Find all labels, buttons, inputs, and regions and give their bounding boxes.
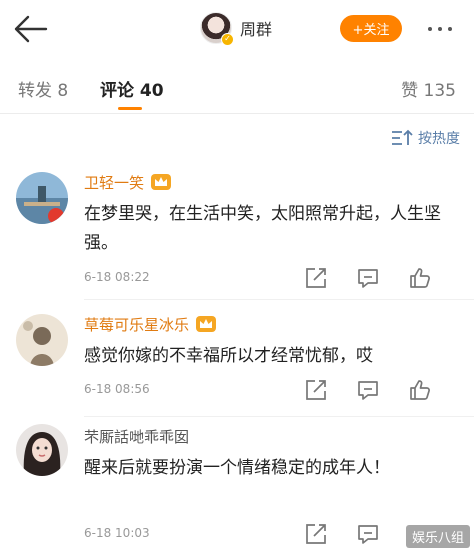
comment-time: 6-18 08:22: [84, 270, 150, 284]
comment-icon[interactable]: [356, 266, 380, 290]
comment-body: 卫轻一笑 在梦里哭，在生活中笑，太阳照常升起，人生坚强。: [84, 170, 458, 258]
share-icon[interactable]: [304, 378, 328, 402]
sort-button[interactable]: 按热度: [390, 128, 460, 148]
top-bar: ✓ 周群 +关注: [0, 0, 474, 56]
comment-icon[interactable]: [356, 522, 380, 546]
share-icon[interactable]: [304, 266, 328, 290]
comment-time: 6-18 10:03: [84, 526, 150, 540]
sort-label: 按热度: [418, 131, 460, 147]
comment-text: 在梦里哭，在生活中笑，太阳照常升起，人生坚强。: [84, 204, 441, 253]
comment-item: 草莓可乐星冰乐 感觉你嫁的不幸福所以才经常忧郁，哎 6-18 08:56: [0, 300, 474, 418]
comment-body: 芣厮話哋乖乖囡 醒来后就要扮演一个情绪稳定的成年人！: [84, 424, 458, 483]
share-icon[interactable]: [304, 522, 328, 546]
tab-comment[interactable]: 评论 40: [100, 76, 164, 101]
like-icon[interactable]: [408, 378, 432, 402]
crown-icon: [196, 316, 217, 332]
crown-icon: [151, 174, 172, 190]
watermark: 娱乐八组: [405, 525, 470, 548]
comment-actions: [304, 266, 474, 290]
comment-body: 草莓可乐星冰乐 感觉你嫁的不幸福所以才经常忧郁，哎: [84, 312, 458, 371]
avatar[interactable]: ✓: [200, 12, 234, 46]
author-name[interactable]: 周群: [240, 16, 272, 40]
tab-repost[interactable]: 转发 8: [18, 76, 68, 101]
commenter-name[interactable]: 芣厮話哋乖乖囡: [84, 426, 189, 447]
divider: [84, 416, 474, 417]
back-arrow-icon[interactable]: [10, 12, 50, 46]
verified-icon: ✓: [221, 33, 234, 46]
like-icon[interactable]: [408, 266, 432, 290]
tab-like[interactable]: 赞 135: [401, 76, 456, 101]
follow-button[interactable]: +关注: [340, 15, 402, 42]
comment-text: 感觉你嫁的不幸福所以才经常忧郁，哎: [84, 346, 373, 366]
author-info[interactable]: ✓ 周群: [200, 9, 272, 47]
commenter-name[interactable]: 卫轻一笑: [84, 172, 144, 193]
avatar[interactable]: [16, 424, 68, 476]
more-dots-icon[interactable]: [422, 14, 458, 44]
comment-actions: [304, 378, 474, 402]
active-tab-indicator: [118, 107, 142, 110]
sort-icon: [392, 129, 413, 145]
comment-icon[interactable]: [356, 378, 380, 402]
comment-item: 卫轻一笑 在梦里哭，在生活中笑，太阳照常升起，人生坚强。 6-18 08:22: [0, 160, 474, 300]
sort-bar: 按热度: [0, 118, 474, 158]
comment-time: 6-18 08:56: [84, 382, 150, 396]
tab-bar: 转发 8 评论 40 赞 135: [0, 60, 474, 114]
comment-text: 醒来后就要扮演一个情绪稳定的成年人！: [84, 458, 390, 478]
avatar[interactable]: [16, 172, 68, 224]
avatar[interactable]: [16, 314, 68, 366]
comment-item: 芣厮話哋乖乖囡 醒来后就要扮演一个情绪稳定的成年人！ 6-18 10:03: [0, 418, 474, 552]
commenter-name[interactable]: 草莓可乐星冰乐: [84, 314, 189, 335]
